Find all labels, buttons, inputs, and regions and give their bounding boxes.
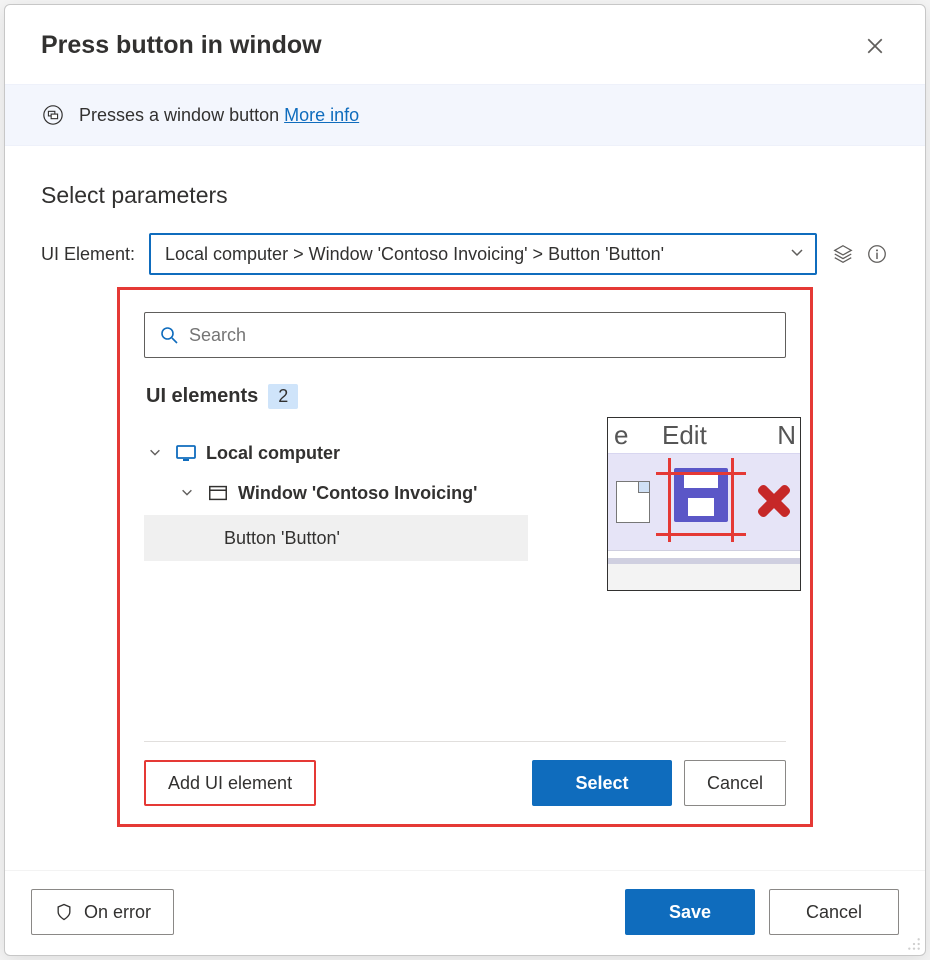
info-icon[interactable] — [865, 242, 889, 266]
preview-content: e Edit N — [608, 418, 800, 590]
action-dialog: Press button in window Presses a window … — [4, 4, 926, 956]
close-button[interactable] — [861, 32, 889, 60]
picker-footer: Add UI element Select Cancel — [144, 741, 786, 806]
cancel-button[interactable]: Cancel — [769, 889, 899, 935]
param-row: UI Element: Local computer > Window 'Con… — [5, 233, 925, 275]
more-info-link[interactable]: More info — [284, 105, 359, 125]
layers-icon[interactable] — [831, 242, 855, 266]
ui-element-select[interactable]: Local computer > Window 'Contoso Invoici… — [149, 233, 817, 275]
action-icon — [41, 103, 65, 127]
preview-text: Edit — [662, 420, 707, 451]
ui-element-picker: UI elements 2 Local computer Window 'Con… — [117, 287, 813, 827]
tree-label: Local computer — [206, 443, 340, 464]
dialog-title: Press button in window — [41, 31, 322, 60]
chevron-down-icon — [789, 244, 805, 265]
ui-elements-title: UI elements — [146, 385, 258, 408]
search-icon — [159, 325, 179, 345]
banner-text: Presses a window button More info — [79, 105, 359, 126]
ui-element-picker-container: UI elements 2 Local computer Window 'Con… — [117, 287, 813, 827]
close-icon — [866, 37, 884, 55]
param-label: UI Element: — [41, 244, 149, 265]
shield-icon — [54, 902, 74, 922]
target-crosshair-icon — [656, 458, 746, 542]
tree-label: Button 'Button' — [224, 528, 340, 549]
preview-text: N — [777, 420, 796, 451]
on-error-button[interactable]: On error — [31, 889, 174, 935]
window-icon — [206, 481, 230, 505]
resize-grip-icon[interactable] — [907, 937, 921, 951]
computer-icon — [174, 441, 198, 465]
dialog-header: Press button in window — [5, 5, 925, 84]
ui-elements-header: UI elements 2 — [146, 384, 786, 409]
chevron-down-icon — [180, 483, 198, 504]
chevron-down-icon — [148, 443, 166, 464]
tree-label: Window 'Contoso Invoicing' — [238, 483, 477, 504]
preview-strip — [608, 550, 800, 564]
info-banner: Presses a window button More info — [5, 84, 925, 146]
ui-element-value: Local computer > Window 'Contoso Invoici… — [165, 244, 664, 265]
element-preview: e Edit N — [607, 417, 801, 591]
add-ui-element-button[interactable]: Add UI element — [144, 760, 316, 806]
section-title: Select parameters — [5, 146, 925, 233]
document-icon — [616, 481, 650, 523]
picker-cancel-button[interactable]: Cancel — [684, 760, 786, 806]
on-error-label: On error — [84, 902, 151, 923]
tree-node-button[interactable]: Button 'Button' — [144, 515, 528, 561]
side-icons — [831, 242, 889, 266]
banner-description: Presses a window button — [79, 105, 279, 125]
ui-elements-count: 2 — [268, 384, 298, 409]
search-box[interactable] — [144, 312, 786, 358]
preview-text: e — [614, 420, 628, 451]
preview-menu: e Edit N — [608, 418, 800, 454]
search-input[interactable] — [189, 325, 771, 346]
delete-icon — [754, 476, 794, 516]
dialog-footer: On error Save Cancel — [5, 870, 925, 955]
select-button[interactable]: Select — [532, 760, 672, 806]
save-button[interactable]: Save — [625, 889, 755, 935]
